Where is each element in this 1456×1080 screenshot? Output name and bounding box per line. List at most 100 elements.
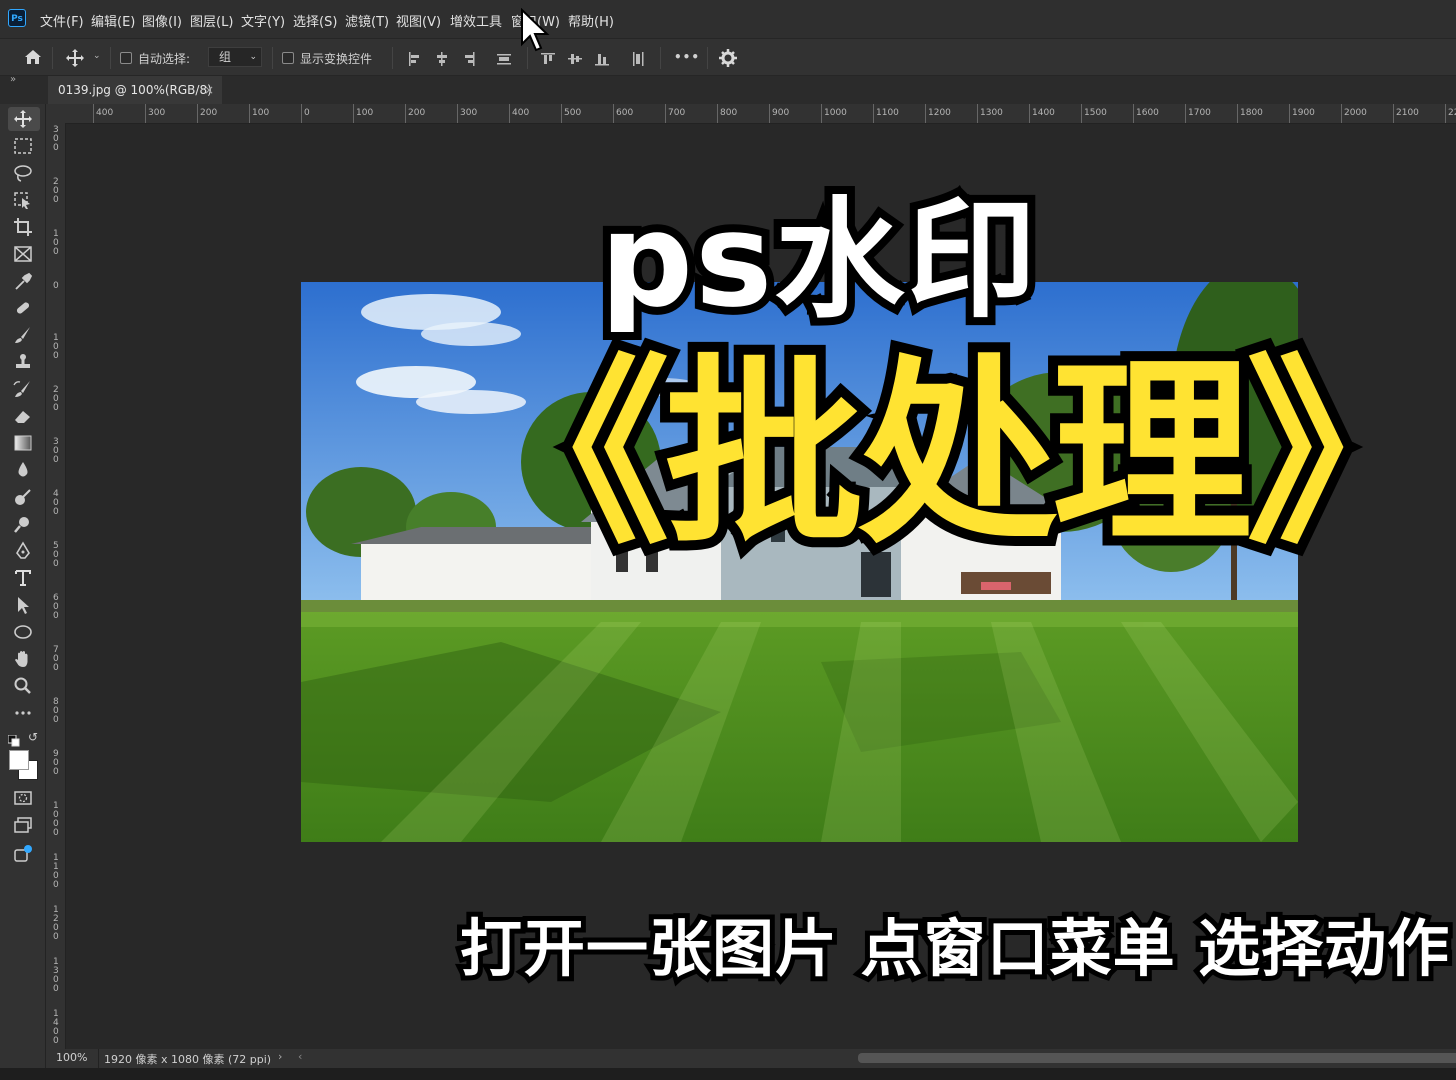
object-select-tool-icon[interactable] [12, 190, 36, 212]
ruler-tick [249, 104, 250, 123]
more-tools-icon[interactable] [12, 703, 36, 725]
align-left-icon[interactable] [408, 51, 422, 66]
type-tool-icon[interactable] [12, 568, 36, 590]
document-tab[interactable]: 0139.jpg @ 100%(RGB/8) × [48, 76, 222, 104]
lasso-tool-icon[interactable] [12, 163, 36, 185]
gradient-tool-icon[interactable] [12, 433, 36, 455]
move-tool-icon[interactable] [64, 48, 86, 72]
ruler-tick-label: 900 [53, 749, 59, 777]
pen-tool-icon[interactable] [12, 541, 36, 563]
ruler-tick-label: 900 [772, 108, 790, 118]
scroll-left-icon[interactable]: ‹ [298, 1050, 302, 1063]
align-right-icon[interactable] [462, 51, 476, 66]
show-transform-label: 显示变换控件 [300, 52, 373, 66]
vertical-ruler: 300 200 100 0 100 200 300 400 500 600 700 800 900 100… [46, 123, 66, 1049]
menu-filter[interactable]: 滤镜(T) [345, 11, 389, 30]
distribute-icon[interactable] [497, 51, 511, 65]
menu-select[interactable]: 选择(S) [293, 11, 337, 30]
share-icon[interactable] [12, 844, 36, 866]
eyedropper-tool-icon[interactable] [12, 271, 36, 293]
ruler-tick [1029, 104, 1030, 123]
ruler-tick-label: 300 [148, 108, 166, 118]
ruler-tick-label: 800 [720, 108, 738, 118]
status-bar: 100% 1920 像素 x 1080 像素 (72 ppi) › ‹ [46, 1049, 1456, 1068]
ruler-tick-label: 0 [53, 281, 59, 291]
menu-image[interactable]: 图像(I) [142, 11, 182, 30]
ruler-tick-label: 300 [53, 125, 59, 153]
ruler-tick-label: 200 [200, 108, 218, 118]
menu-type[interactable]: 文字(Y) [241, 11, 285, 30]
hand-tool-icon[interactable] [12, 649, 36, 671]
zoom-level[interactable]: 100% [56, 1051, 87, 1064]
ruler-tick-label: 500 [53, 541, 59, 569]
ruler-tick-label: 1900 [1292, 108, 1315, 118]
ruler-tick-label: 300 [460, 108, 478, 118]
ruler-tick-label: 400 [96, 108, 114, 118]
blur-tool-icon[interactable] [12, 460, 36, 482]
swap-colors-icon[interactable]: ↺ [28, 730, 38, 744]
auto-select-value: 组 [219, 50, 232, 64]
menu-plugins[interactable]: 增效工具 [450, 11, 502, 30]
ruler-tick-label: 1000 [53, 801, 59, 838]
menu-view[interactable]: 视图(V) [396, 11, 441, 30]
ruler-tick-label: 1400 [53, 1009, 59, 1046]
default-colors-icon[interactable] [7, 732, 20, 751]
zoom-tool-icon[interactable] [12, 676, 36, 698]
auto-select-dropdown[interactable]: 组 ⌄ [208, 47, 262, 67]
window-bottom-edge [0, 1068, 1456, 1080]
horizontal-scrollbar[interactable] [858, 1053, 1456, 1063]
path-selection-tool-icon[interactable] [12, 595, 36, 617]
document-info: 1920 像素 x 1080 像素 (72 ppi) [104, 1053, 272, 1066]
ruler-tick-label: 200 [53, 177, 59, 205]
menu-layer[interactable]: 图层(L) [190, 11, 233, 30]
close-icon[interactable]: × [204, 76, 214, 104]
ruler-tick-label: 2000 [1344, 108, 1367, 118]
eraser-tool-icon[interactable] [12, 406, 36, 428]
healing-brush-tool-icon[interactable] [12, 298, 36, 320]
frame-tool-icon[interactable] [12, 244, 36, 266]
menu-file[interactable]: 文件(F) [40, 11, 84, 30]
collapse-panel-icon[interactable]: » [10, 74, 16, 85]
marquee-tool-icon[interactable] [12, 136, 36, 158]
align-bottom-icon[interactable] [595, 51, 609, 66]
brush-tool-icon[interactable] [12, 325, 36, 347]
ruler-tick-label: 300 [53, 437, 59, 465]
ruler-tick-label: 1600 [1136, 108, 1159, 118]
chevron-down-icon[interactable]: ⌄ [93, 51, 101, 61]
crop-tool-icon[interactable] [12, 217, 36, 239]
align-middle-v-icon[interactable] [568, 51, 582, 65]
ruler-tick-label: 1300 [53, 957, 59, 994]
stamp-tool-icon[interactable] [12, 352, 36, 374]
chevron-right-icon[interactable]: › [278, 1050, 282, 1063]
ruler-tick-label: 100 [356, 108, 374, 118]
auto-select-checkbox[interactable] [120, 52, 132, 64]
dodge-tool-icon[interactable] [12, 487, 36, 509]
ruler-tick-label: 1000 [824, 108, 847, 118]
document-tab-title: 0139.jpg @ 100%(RGB/8) [58, 83, 212, 97]
foreground-color-swatch[interactable] [9, 750, 29, 770]
magnify-sponge-tool-icon[interactable] [12, 514, 36, 536]
ruler-tick [873, 104, 874, 123]
more-options-button[interactable]: ••• [674, 50, 700, 64]
ellipse-tool-icon[interactable] [12, 622, 36, 644]
ruler-tick-label: 400 [512, 108, 530, 118]
quick-mask-icon[interactable] [12, 788, 36, 810]
menu-edit[interactable]: 编辑(E) [91, 11, 135, 30]
menu-bar: Ps 文件(F) 编辑(E) 图像(I) 图层(L) 文字(Y) 选择(S) 滤… [0, 0, 1456, 38]
ruler-tick [353, 104, 354, 123]
ruler-tick-label: 700 [668, 108, 686, 118]
mouse-cursor-icon [520, 7, 554, 54]
ruler-tick [405, 104, 406, 123]
ruler-tick-label: 200 [53, 385, 59, 413]
menu-help[interactable]: 帮助(H) [568, 11, 614, 30]
options-bar: ⌄ 自动选择: 组 ⌄ 显示变换控件 ••• [0, 38, 1456, 76]
show-transform-checkbox[interactable] [282, 52, 294, 64]
gear-icon[interactable] [718, 48, 738, 72]
move-tool-icon[interactable] [12, 109, 36, 131]
home-icon[interactable] [22, 47, 44, 71]
align-center-h-icon[interactable] [435, 51, 449, 66]
screen-mode-icon[interactable] [12, 815, 36, 837]
distribute-v-icon[interactable] [631, 51, 645, 66]
ruler-tick-label: 600 [53, 593, 59, 621]
history-brush-tool-icon[interactable] [12, 379, 36, 401]
